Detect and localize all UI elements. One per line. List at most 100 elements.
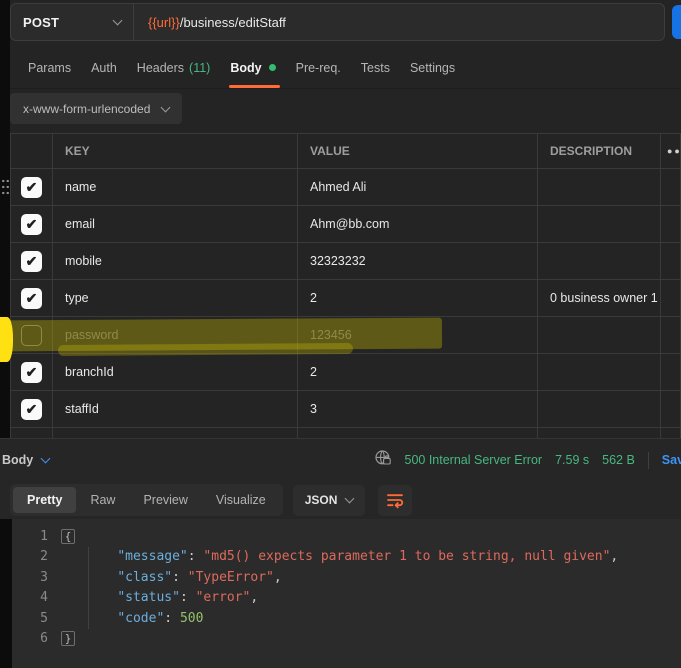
checkbox-checked[interactable]: ✔ xyxy=(21,362,42,383)
response-time[interactable]: 7.59 s xyxy=(555,453,589,467)
url-path: /business/editStaff xyxy=(180,15,286,30)
param-value-password[interactable]: 123456 xyxy=(298,317,538,354)
param-value-staffId[interactable]: 3 xyxy=(298,391,538,428)
tab-settings[interactable]: Settings xyxy=(400,47,465,88)
checkmark-icon: ✔ xyxy=(26,291,38,305)
param-value-mobile[interactable]: 32323232 xyxy=(298,243,538,280)
line-number: 2 xyxy=(12,547,50,567)
table-header-value: VALUE xyxy=(298,134,538,169)
param-more-cell xyxy=(661,354,681,391)
view-visualize[interactable]: Visualize xyxy=(202,487,280,513)
send-button[interactable] xyxy=(672,5,681,39)
param-more-cell xyxy=(661,391,681,428)
param-key-name[interactable]: name xyxy=(53,169,298,206)
body-type-select[interactable]: x-www-form-urlencoded xyxy=(10,93,182,124)
table-header-description: DESCRIPTION xyxy=(538,134,661,169)
language-select[interactable]: JSON xyxy=(293,485,366,516)
param-description-mobile[interactable] xyxy=(538,243,661,280)
code-text: "code": 500 xyxy=(86,609,681,629)
param-key-branchId[interactable]: branchId xyxy=(53,354,298,391)
request-url-row: POST {{url}}/business/editStaff xyxy=(10,0,681,47)
fold-gutter xyxy=(50,609,86,629)
view-raw[interactable]: Raw xyxy=(76,487,129,513)
response-body-editor[interactable]: 1{2 "message": "md5() expects parameter … xyxy=(12,519,681,668)
response-body-select[interactable]: Body xyxy=(2,453,49,467)
status-badge[interactable]: 500 Internal Server Error xyxy=(405,453,543,467)
param-more-cell xyxy=(661,169,681,206)
tab-params[interactable]: Params xyxy=(18,47,81,88)
fold-gutter xyxy=(50,547,86,567)
param-description-branchId[interactable] xyxy=(538,354,661,391)
param-description-email[interactable] xyxy=(538,206,661,243)
tab-body[interactable]: Body xyxy=(220,47,285,88)
save-response-button[interactable]: Save xyxy=(662,453,681,467)
row-checkbox-cell: ✔ xyxy=(11,243,53,280)
checkbox-checked[interactable]: ✔ xyxy=(21,251,42,272)
param-value-name[interactable]: Ahmed Ali xyxy=(298,169,538,206)
method-select[interactable]: POST xyxy=(11,4,133,40)
chevron-down-icon xyxy=(345,494,355,504)
fold-marker-icon[interactable]: } xyxy=(61,631,76,646)
checkbox-checked[interactable]: ✔ xyxy=(21,288,42,309)
fold-gutter[interactable]: { xyxy=(50,527,86,547)
param-description-type[interactable]: 0 business owner 1 ad xyxy=(538,280,661,317)
param-description-staffId[interactable] xyxy=(538,391,661,428)
body-type-label: x-www-form-urlencoded xyxy=(23,102,150,116)
param-description-name[interactable] xyxy=(538,169,661,206)
drag-handle-icon[interactable] xyxy=(1,178,10,196)
tab-label: Settings xyxy=(410,61,455,75)
tab-pre-req-[interactable]: Pre-req. xyxy=(286,47,351,88)
code-line-2: 2 "message": "md5() expects parameter 1 … xyxy=(12,547,681,567)
param-key-password[interactable]: password xyxy=(53,317,298,354)
code-left-gutter xyxy=(0,519,12,668)
code-line-6: 6} xyxy=(12,629,681,649)
divider xyxy=(648,452,649,469)
response-views-bar: PrettyRawPreviewVisualize JSON xyxy=(0,481,681,519)
param-description-new[interactable] xyxy=(538,428,661,438)
response-pane: Body 500 Internal Server Error 7.59 s 56… xyxy=(0,438,681,667)
param-more-cell xyxy=(661,243,681,280)
view-pretty[interactable]: Pretty xyxy=(13,487,76,513)
tab-auth[interactable]: Auth xyxy=(81,47,127,88)
fold-marker-icon[interactable]: { xyxy=(61,529,76,544)
param-value-branchId[interactable]: 2 xyxy=(298,354,538,391)
row-checkbox-cell: ✔ xyxy=(11,169,53,206)
more-options-icon[interactable]: ●●● xyxy=(661,134,681,169)
param-key-type[interactable]: type xyxy=(53,280,298,317)
tab-headers[interactable]: Headers(11) xyxy=(127,47,221,88)
tab-tests[interactable]: Tests xyxy=(351,47,400,88)
checkbox-unchecked[interactable] xyxy=(21,325,42,346)
wrap-line-button[interactable] xyxy=(378,485,412,516)
param-key-mobile[interactable]: mobile xyxy=(53,243,298,280)
wrap-line-icon xyxy=(385,490,405,510)
param-value-email[interactable]: Ahm@bb.com xyxy=(298,206,538,243)
view-preview[interactable]: Preview xyxy=(129,487,201,513)
param-value-new[interactable] xyxy=(298,428,538,438)
checkbox-checked[interactable]: ✔ xyxy=(21,399,42,420)
network-globe-icon[interactable] xyxy=(374,449,392,472)
code-text: "status": "error", xyxy=(86,588,681,608)
code-line-3: 3 "class": "TypeError", xyxy=(12,568,681,588)
line-number: 6 xyxy=(12,629,50,649)
checkbox-checked[interactable]: ✔ xyxy=(21,177,42,198)
param-key-staffId[interactable]: staffId xyxy=(53,391,298,428)
checkmark-icon: ✔ xyxy=(26,217,38,231)
tab-label: Body xyxy=(230,61,261,75)
param-key-email[interactable]: email xyxy=(53,206,298,243)
chevron-down-icon xyxy=(41,454,51,464)
param-key-new[interactable] xyxy=(53,428,298,438)
response-size[interactable]: 562 B xyxy=(602,453,635,467)
param-description-password[interactable] xyxy=(538,317,661,354)
param-value-type[interactable]: 2 xyxy=(298,280,538,317)
table-header-select xyxy=(11,134,53,169)
url-input[interactable]: {{url}}/business/editStaff xyxy=(134,15,286,30)
line-number: 3 xyxy=(12,568,50,588)
response-meta-right: 500 Internal Server Error 7.59 s 562 B S… xyxy=(374,449,681,472)
row-checkbox-cell xyxy=(11,317,53,354)
checkbox-checked[interactable]: ✔ xyxy=(21,214,42,235)
param-more-cell xyxy=(661,428,681,438)
fold-gutter[interactable]: } xyxy=(50,629,86,649)
checkmark-icon: ✔ xyxy=(26,180,38,194)
tab-label: Pre-req. xyxy=(296,61,341,75)
line-number: 5 xyxy=(12,609,50,629)
